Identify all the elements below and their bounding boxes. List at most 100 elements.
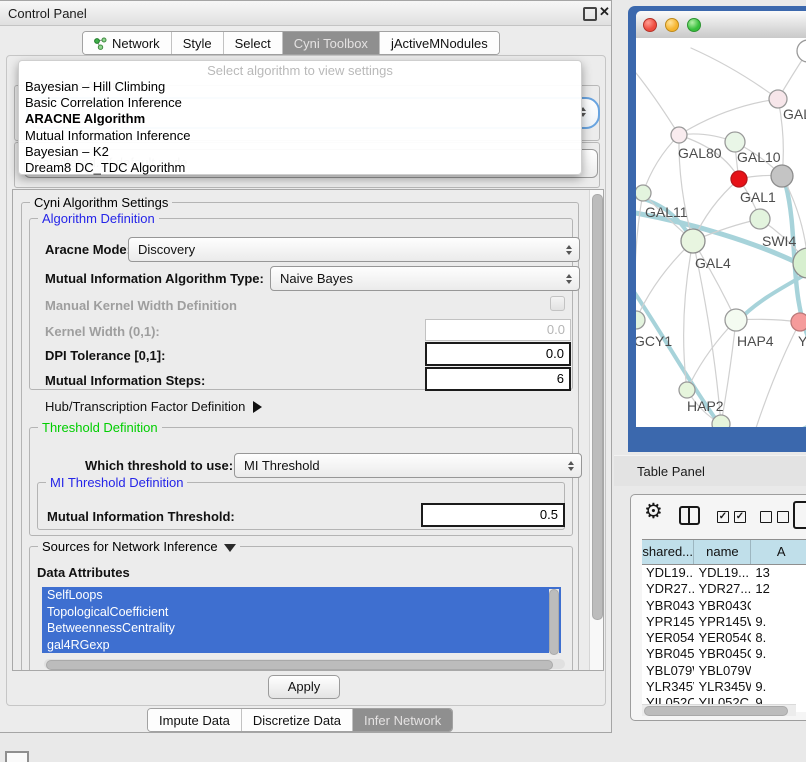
manual-kernel-width-checkbox[interactable] [550,296,565,311]
table-cell: YDL19... [642,565,694,581]
aracne-mode-select[interactable]: Discovery [128,237,580,262]
hub-definition-toggle[interactable]: Hub/Transcription Factor Definition [45,399,262,414]
table-cell: 8. [751,630,806,646]
algorithm-option[interactable]: Basic Correlation Inference [19,95,581,111]
table-cell: YBR045C [642,646,694,662]
algorithm-option[interactable]: Bayesian – Hill Climbing [19,79,581,95]
table-cell [751,598,806,614]
data-attribute-item[interactable]: SelfLoops [42,587,561,604]
network-node[interactable] [791,313,806,331]
control-panel-tabs: NetworkStyleSelectCyni ToolboxjActiveMNo… [82,31,500,55]
network-node[interactable] [671,127,687,143]
tab-discretize-data[interactable]: Discretize Data [241,709,352,731]
unchecked-checkbox-icon[interactable] [777,511,789,523]
zoom-traffic-light-icon[interactable] [687,18,701,32]
network-node[interactable] [636,185,651,201]
mi-threshold-field[interactable]: 0.5 [421,503,565,527]
close-icon[interactable]: ✕ [599,4,610,20]
table-column-header[interactable]: shared... [642,540,694,564]
stepper-arrows-icon [568,461,574,471]
table-panel-title: Table Panel [637,464,705,479]
table-cell: YBL079W [694,663,751,679]
table-row[interactable]: YER054CYER054C8. [642,630,806,646]
network-window-titlebar[interactable] [636,11,806,39]
new-table-icon[interactable] [793,501,806,529]
attributes-list-scrollbar[interactable] [549,589,559,655]
apply-button[interactable]: Apply [268,675,340,699]
network-graph: GALGAL80GAL10GAL1GAL11GAL4SWI4GCY1HAP4YH… [636,38,806,427]
table-row[interactable]: YDL19...YDL19...13 [642,565,806,581]
node-label: GCY1 [636,333,672,349]
tab-select[interactable]: Select [223,32,282,54]
columns-icon[interactable] [679,506,700,525]
dpi-tolerance-label: DPI Tolerance [0,1]: [45,348,165,363]
table-cell: YDL19... [694,565,751,581]
table-cell: 9. [751,646,806,662]
network-node[interactable] [750,209,770,229]
which-threshold-select[interactable]: MI Threshold [234,453,582,478]
table-cell: YPR145W [694,614,751,630]
table-row[interactable]: YBR045CYBR045C9. [642,646,806,662]
network-node[interactable] [636,311,645,329]
table-column-header[interactable]: A [751,540,806,564]
network-node[interactable] [797,40,806,62]
mi-algorithm-type-label: Mutual Information Algorithm Type: [45,271,264,286]
algorithm-option[interactable]: Dream8 DC_TDC Algorithm [19,160,581,176]
attributes-hscrollbar[interactable] [44,659,565,669]
tab-impute-data[interactable]: Impute Data [148,709,241,731]
network-node[interactable] [725,309,747,331]
mi-algorithm-type-select[interactable]: Naive Bayes [270,266,580,291]
network-view-window: GALGAL80GAL10GAL1GAL11GAL4SWI4GCY1HAP4YH… [628,6,806,452]
data-attribute-item[interactable]: gal4RGexp [42,637,561,654]
algorithm-option[interactable]: Bayesian – K2 [19,144,581,160]
algorithm-option[interactable]: Mutual Information Inference [19,128,581,144]
gear-icon[interactable]: ⚙ [644,499,663,524]
network-node[interactable] [771,165,793,187]
tab-jactivemnodules[interactable]: jActiveMNodules [379,32,499,54]
table-row[interactable]: YBL079WYBL079W [642,663,806,679]
network-node[interactable] [712,415,730,427]
settings-scrollbar[interactable] [589,190,604,670]
table-row[interactable]: YDR27...YDR27...12 [642,581,806,597]
control-panel-window: Control Panel ✕ Inference Algorithm galF… [0,0,612,733]
tab-cyni-toolbox[interactable]: Cyni Toolbox [282,32,379,54]
which-threshold-label: Which threshold to use: [85,458,233,473]
dpi-tolerance-field[interactable]: 0.0 [425,342,571,366]
table-hscrollbar[interactable] [642,704,796,716]
table-row[interactable]: YBR043CYBR043C [642,598,806,614]
sources-title[interactable]: Sources for Network Inference [38,539,240,554]
table-cell: YBL079W [642,663,694,679]
table-cell: YBR043C [642,598,694,614]
data-attributes-list[interactable]: SelfLoopsTopologicalCoefficientBetweenne… [42,587,561,656]
table-cell: 9. [751,614,806,630]
data-attribute-item[interactable]: TopologicalCoefficient [42,604,561,621]
mi-steps-field[interactable]: 6 [425,367,571,391]
aracne-mode-label: Aracne Mode: [45,242,131,257]
checked-checkbox-icon[interactable]: ✓ [717,511,729,523]
unchecked-checkbox-icon[interactable] [760,511,772,523]
node-label: SWI4 [762,233,796,249]
tab-infer-network[interactable]: Infer Network [352,709,452,731]
table-row[interactable]: YPR145WYPR145W9. [642,614,806,630]
control-panel-titlebar[interactable]: Control Panel ✕ [0,1,611,26]
tab-style[interactable]: Style [171,32,223,54]
network-node[interactable] [679,382,695,398]
minimize-traffic-light-icon[interactable] [665,18,679,32]
tab-network[interactable]: Network [83,32,171,54]
table-header-row: shared...nameA [642,539,806,565]
data-attribute-item[interactable]: BetweennessCentrality [42,620,561,637]
float-window-icon[interactable] [583,7,597,21]
network-node[interactable] [681,229,705,253]
table-cell: YER054C [642,630,694,646]
table-row[interactable]: YLR345WYLR345W9. [642,679,806,695]
minimized-panel-icon[interactable] [5,751,29,762]
kernel-width-field[interactable]: 0.0 [425,319,571,341]
table-column-header[interactable]: name [694,540,751,564]
aracne-mode-value: Discovery [138,242,195,257]
checked-checkbox-icon[interactable]: ✓ [734,511,746,523]
network-node[interactable] [731,171,747,187]
close-traffic-light-icon[interactable] [643,18,657,32]
table-cell [751,663,806,679]
algorithm-option[interactable]: ARACNE Algorithm [19,111,581,127]
network-canvas[interactable]: GALGAL80GAL10GAL1GAL11GAL4SWI4GCY1HAP4YH… [636,38,806,427]
